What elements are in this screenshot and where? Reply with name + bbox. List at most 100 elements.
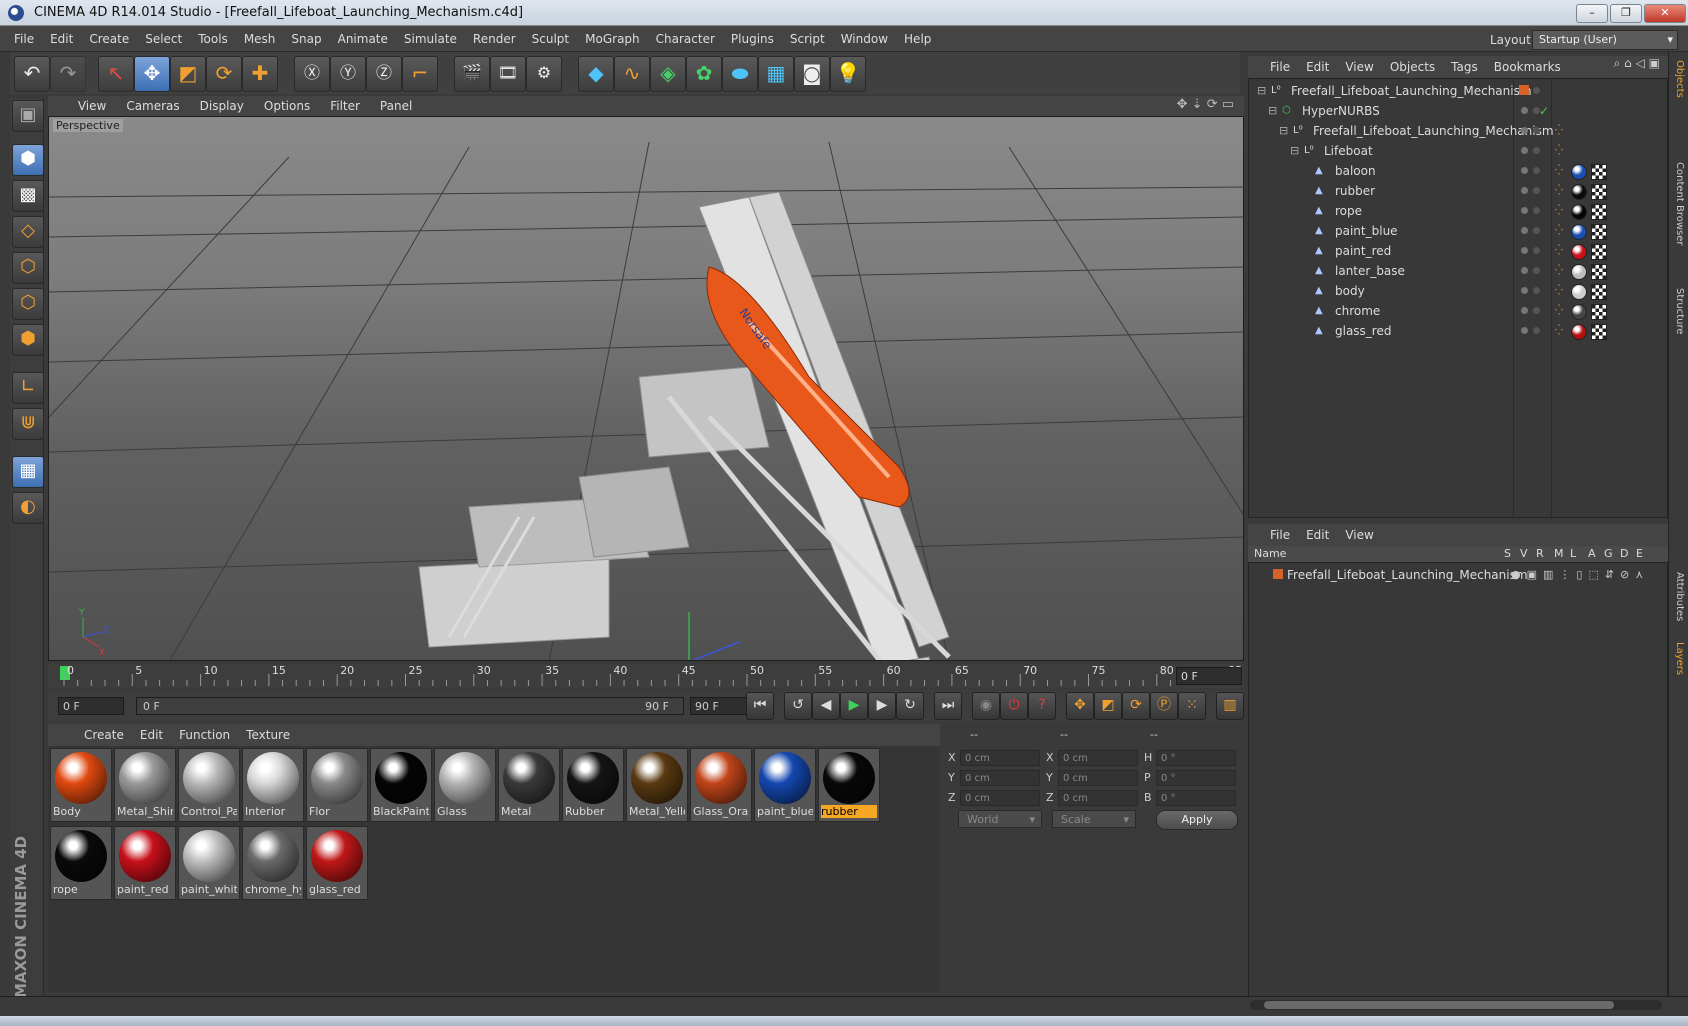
move-tool-icon[interactable]: ✥ bbox=[134, 56, 170, 92]
lock-workplane-icon[interactable]: ▦ bbox=[12, 456, 44, 488]
render-visibility-dot[interactable] bbox=[1533, 87, 1540, 94]
layer-column-9[interactable]: E bbox=[1636, 547, 1643, 560]
object-row[interactable]: ▲ paint_blue ⁛ bbox=[1249, 221, 1669, 241]
viewport-menu-item-4[interactable]: Filter bbox=[320, 96, 370, 116]
material-tag-icon[interactable] bbox=[1571, 164, 1587, 180]
tab-structure[interactable]: Structure bbox=[1674, 288, 1685, 335]
render-visibility-dot[interactable] bbox=[1533, 167, 1540, 174]
nurbs-icon[interactable]: ◈ bbox=[650, 56, 686, 92]
editor-visibility-dot[interactable] bbox=[1521, 127, 1528, 134]
object-menu-item-3[interactable]: Objects bbox=[1382, 56, 1443, 78]
menu-item-12[interactable]: Character bbox=[648, 26, 723, 52]
material-swatch[interactable]: Glass_Oran bbox=[690, 748, 752, 822]
key-position-icon[interactable]: ✥ bbox=[1066, 692, 1094, 720]
phong-tag-icon[interactable]: ⁛ bbox=[1555, 221, 1563, 241]
horizontal-scrollbar[interactable] bbox=[1250, 1000, 1662, 1010]
render-visibility-dot[interactable] bbox=[1533, 127, 1540, 134]
add-object-icon[interactable]: ✚ bbox=[242, 56, 278, 92]
render-visibility-dot[interactable] bbox=[1533, 307, 1540, 314]
object-row[interactable]: ⊟ L⁰ Freefall_Lifeboat_Launching_Mechanism… bbox=[1249, 121, 1669, 141]
viewport-menu-item-0[interactable]: View bbox=[68, 96, 116, 116]
editor-visibility-dot[interactable] bbox=[1521, 247, 1528, 254]
phong-tag-icon[interactable]: ⁛ bbox=[1555, 261, 1563, 281]
layer-column-4[interactable]: M bbox=[1554, 547, 1564, 560]
prev-key-icon[interactable]: ↺ bbox=[784, 692, 812, 720]
layer-column-7[interactable]: G bbox=[1604, 547, 1613, 560]
minimize-button[interactable]: – bbox=[1576, 4, 1608, 23]
coordinate-system-icon[interactable]: ⌐ bbox=[402, 56, 438, 92]
menu-item-14[interactable]: Script bbox=[782, 26, 833, 52]
object-row[interactable]: ▲ chrome ⁛ bbox=[1249, 301, 1669, 321]
uvw-tag-icon[interactable] bbox=[1591, 184, 1607, 200]
object-menu-item-4[interactable]: Tags bbox=[1443, 56, 1486, 78]
tab-layers[interactable]: Layers bbox=[1674, 642, 1685, 675]
object-row[interactable]: ▲ baloon ⁛ bbox=[1249, 161, 1669, 181]
collapse-toggle-icon[interactable]: ⊟ bbox=[1279, 121, 1288, 141]
layout-select[interactable]: Startup (User) ▾ bbox=[1532, 30, 1678, 50]
layer-column-2[interactable]: V bbox=[1520, 547, 1528, 560]
phong-tag-icon[interactable]: ⁛ bbox=[1555, 141, 1563, 161]
uvw-tag-icon[interactable] bbox=[1591, 264, 1607, 280]
menu-item-16[interactable]: Help bbox=[896, 26, 939, 52]
editor-visibility-dot[interactable] bbox=[1521, 187, 1528, 194]
menu-item-6[interactable]: Snap bbox=[283, 26, 329, 52]
coord-value-field[interactable]: 0 ° bbox=[1156, 750, 1236, 766]
model-mode-icon[interactable]: ⬢ bbox=[12, 144, 44, 176]
phong-tag-icon[interactable]: ⁛ bbox=[1555, 301, 1563, 321]
object-row[interactable]: ▲ glass_red ⁛ bbox=[1249, 321, 1669, 341]
material-tag-icon[interactable] bbox=[1571, 204, 1587, 220]
snap-magnet-icon[interactable]: ⋓ bbox=[12, 408, 44, 440]
material-swatch[interactable]: Rubber bbox=[562, 748, 624, 822]
layer-column-0[interactable]: Name bbox=[1254, 547, 1286, 560]
layer-color-icon[interactable] bbox=[1273, 569, 1283, 579]
object-row[interactable]: ▲ body ⁛ bbox=[1249, 281, 1669, 301]
object-row[interactable]: ⊟ L⁰ Freefall_Lifeboat_Launching_Mechanism bbox=[1249, 81, 1669, 101]
edges-mode-icon[interactable]: ⬡ bbox=[12, 288, 44, 320]
editor-visibility-dot[interactable] bbox=[1521, 327, 1528, 334]
z-axis-lock-icon[interactable]: Ⓩ bbox=[366, 56, 402, 92]
coord-value-field[interactable]: 0 ° bbox=[1156, 770, 1236, 786]
uvw-tag-icon[interactable] bbox=[1591, 204, 1607, 220]
rotate-tool-icon[interactable]: ⟳ bbox=[206, 56, 242, 92]
deformer-icon[interactable]: ⬬ bbox=[722, 56, 758, 92]
material-tag-icon[interactable] bbox=[1571, 244, 1587, 260]
collapse-toggle-icon[interactable]: ⊟ bbox=[1268, 101, 1277, 121]
object-row[interactable]: ⊟ ⬡ HyperNURBS ✓ bbox=[1249, 101, 1669, 121]
material-swatch[interactable]: Glass bbox=[434, 748, 496, 822]
phong-tag-icon[interactable]: ⁛ bbox=[1555, 201, 1563, 221]
material-swatch[interactable]: Metal_Shin bbox=[114, 748, 176, 822]
object-menu-item-0[interactable]: File bbox=[1262, 56, 1298, 78]
material-swatch[interactable]: Control_Pa bbox=[178, 748, 240, 822]
material-tag-icon[interactable] bbox=[1571, 324, 1587, 340]
timeline-window-icon[interactable]: ▥ bbox=[1216, 692, 1244, 720]
make-editable-icon[interactable]: ▣ bbox=[12, 100, 44, 132]
material-tag-icon[interactable] bbox=[1571, 224, 1587, 240]
material-swatch[interactable]: BlackPaint bbox=[370, 748, 432, 822]
material-swatch[interactable]: rope bbox=[50, 826, 112, 900]
uvw-tag-icon[interactable] bbox=[1591, 164, 1607, 180]
menu-item-3[interactable]: Select bbox=[137, 26, 190, 52]
coord-value-field[interactable]: 0 cm bbox=[1058, 770, 1138, 786]
layer-column-6[interactable]: A bbox=[1588, 547, 1596, 560]
material-tag-icon[interactable] bbox=[1571, 184, 1587, 200]
layer-menu-item-1[interactable]: Edit bbox=[1298, 524, 1337, 546]
object-manager-search-icon[interactable]: ⌕ ⌂ ◁ ▣ bbox=[1614, 56, 1660, 71]
render-visibility-dot[interactable] bbox=[1533, 207, 1540, 214]
key-rotation-icon[interactable]: ⟳ bbox=[1122, 692, 1150, 720]
menu-item-5[interactable]: Mesh bbox=[236, 26, 284, 52]
layer-column-5[interactable]: L bbox=[1570, 547, 1576, 560]
uvw-tag-icon[interactable] bbox=[1591, 284, 1607, 300]
coordinate-mode-select[interactable]: Scale ▾ bbox=[1052, 810, 1136, 828]
start-frame-field[interactable]: 0 F bbox=[58, 697, 124, 715]
close-button[interactable]: ✕ bbox=[1644, 4, 1686, 23]
viewport-menu-item-5[interactable]: Panel bbox=[370, 96, 422, 116]
menu-item-9[interactable]: Render bbox=[465, 26, 524, 52]
editor-visibility-dot[interactable] bbox=[1521, 147, 1528, 154]
layer-column-1[interactable]: S bbox=[1504, 547, 1511, 560]
material-swatch[interactable]: paint_blue bbox=[754, 748, 816, 822]
menu-item-4[interactable]: Tools bbox=[190, 26, 236, 52]
step-forward-icon[interactable]: ▶ bbox=[868, 692, 896, 720]
layer-toggle-icons[interactable]: ●▣▥⋮▯⬚⇵⊘⋏ bbox=[1511, 565, 1649, 585]
render-picture-viewer-icon[interactable]: 🎞 bbox=[490, 56, 526, 92]
phong-tag-icon[interactable]: ⁛ bbox=[1555, 241, 1563, 261]
